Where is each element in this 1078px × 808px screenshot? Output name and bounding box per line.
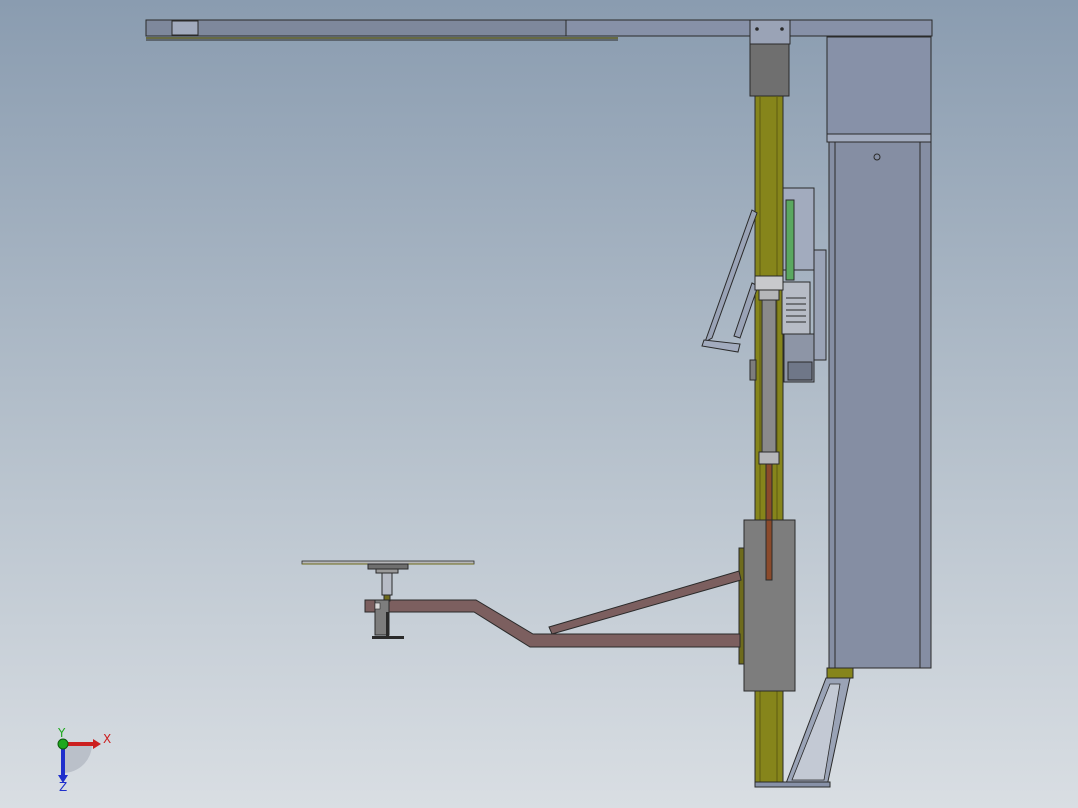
coordinate-triad: X Y Z — [57, 726, 111, 794]
x-axis-label: X — [103, 732, 111, 746]
cad-viewport[interactable]: X Y Z — [0, 0, 1078, 808]
rail-trolley — [749, 19, 791, 97]
y-axis-dot — [57, 738, 69, 750]
carriage-block — [738, 519, 796, 692]
manipulator-arm — [364, 570, 742, 648]
z-axis-label: Z — [59, 780, 67, 794]
top-rail — [145, 19, 933, 41]
y-axis-label: Y — [57, 726, 66, 740]
cad-drawing[interactable]: X Y Z — [0, 0, 1078, 808]
